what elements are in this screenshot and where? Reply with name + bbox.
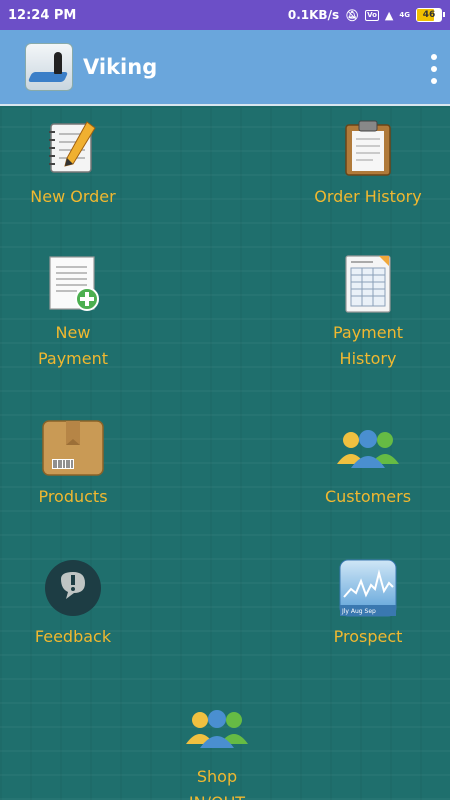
status-indicators: 0.1KB/s 🔕︎ Vo ▲ 4G 46: [287, 8, 445, 22]
new-payment-label: New Payment: [37, 323, 109, 368]
app-title: Viking: [83, 55, 158, 79]
payment-history-tile[interactable]: Payment History: [288, 252, 448, 372]
new-payment-tile[interactable]: New Payment: [0, 252, 153, 372]
network-speed: 0.1KB/s: [287, 8, 340, 22]
shop-in-out-tile[interactable]: Shop IN/OUT: [137, 696, 297, 800]
notepad-pencil-icon: [41, 116, 105, 180]
people-icon: [336, 416, 400, 480]
battery-icon: 46: [416, 8, 445, 22]
document-add-icon: [41, 252, 105, 316]
prospect-label: Prospect: [333, 627, 403, 646]
products-label: Products: [38, 487, 108, 506]
menu-dot: [431, 78, 437, 84]
payment-history-label: Payment History: [332, 323, 404, 368]
battery-level: 46: [422, 10, 436, 20]
feedback-tile[interactable]: Feedback: [0, 556, 153, 650]
clipboard-icon: [336, 116, 400, 180]
people-icon: [185, 696, 249, 760]
status-bar: 12:24 PM 0.1KB/s 🔕︎ Vo ▲ 4G 46: [0, 0, 450, 30]
menu-dot: [431, 54, 437, 60]
customers-label: Customers: [324, 487, 412, 506]
bell-off-icon: 🔕︎: [345, 8, 360, 22]
svg-text:Jly Aug Sep: Jly Aug Sep: [341, 608, 376, 615]
stocks-chart-icon: Jly Aug Sep: [336, 556, 400, 620]
signal-icon: ▲: [384, 8, 394, 22]
order-history-label: Order History: [314, 187, 422, 206]
app-logo-icon: [25, 43, 73, 91]
network-type-icon: 4G: [399, 11, 410, 19]
new-order-tile[interactable]: New Order: [0, 116, 153, 210]
shop-in-out-label: Shop IN/OUT: [189, 767, 245, 800]
feedback-bubble-icon: [41, 556, 105, 620]
order-history-tile[interactable]: Order History: [288, 116, 448, 210]
prospect-tile[interactable]: Jly Aug Sep Prospect: [288, 556, 448, 650]
feedback-label: Feedback: [34, 627, 112, 646]
status-time: 12:24 PM: [8, 7, 77, 23]
overflow-menu-button[interactable]: [428, 54, 440, 84]
products-tile[interactable]: Products: [0, 416, 153, 510]
new-order-label: New Order: [30, 187, 116, 206]
menu-dot: [431, 66, 437, 72]
box-icon: [41, 416, 105, 480]
volte-icon: Vo: [365, 9, 379, 21]
customers-tile[interactable]: Customers: [288, 416, 448, 510]
spreadsheet-icon: [336, 252, 400, 316]
app-bar: Viking: [0, 30, 450, 106]
